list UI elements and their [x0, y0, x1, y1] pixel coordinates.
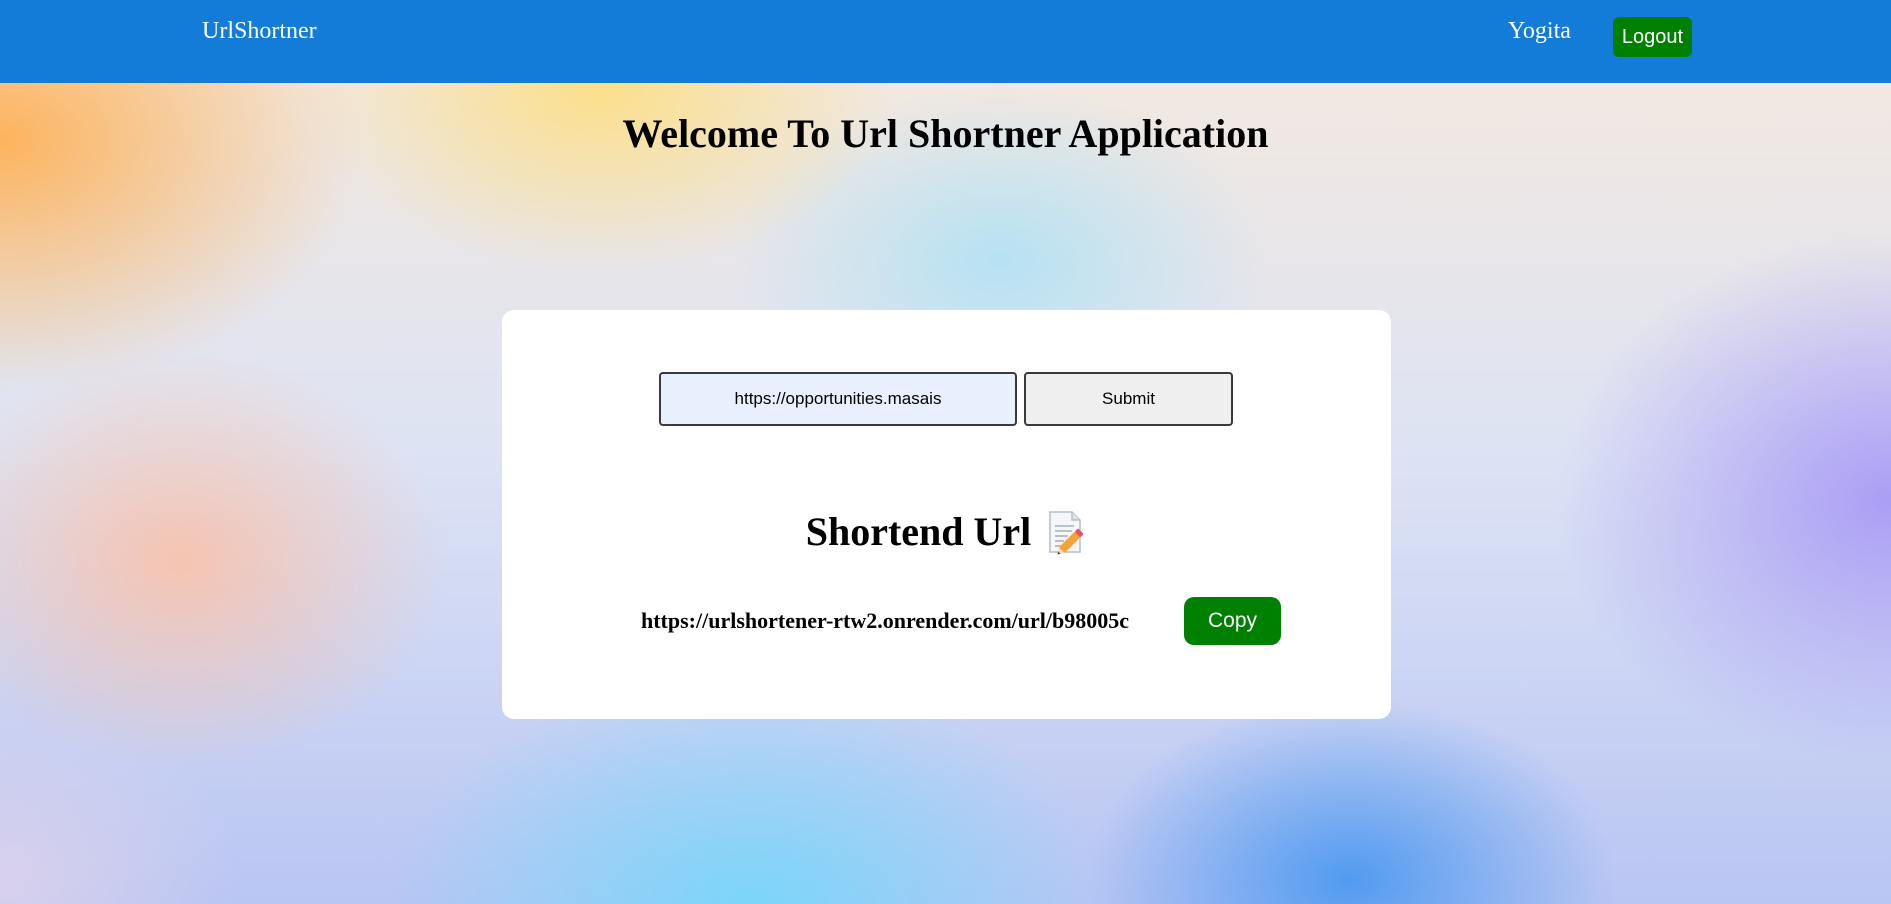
- copy-button[interactable]: Copy: [1184, 597, 1281, 645]
- url-shortener-card: Submit Shortend Url https://urlshorte: [502, 310, 1391, 719]
- logout-button[interactable]: Logout: [1613, 17, 1692, 57]
- navbar: UrlShortner Yogita Logout: [0, 0, 1891, 83]
- submit-button[interactable]: Submit: [1024, 372, 1233, 426]
- shortened-url-heading: Shortend Url: [502, 506, 1391, 558]
- page-title: Welcome To Url Shortner Application: [622, 111, 1269, 156]
- username-label: Yogita: [1508, 18, 1571, 44]
- shortened-url-text[interactable]: https://urlshortener-rtw2.onrender.com/u…: [641, 606, 1181, 636]
- url-input[interactable]: [659, 372, 1017, 426]
- shortened-url-heading-text: Shortend Url: [805, 509, 1032, 554]
- memo-icon: [1045, 509, 1087, 555]
- brand-logo-text[interactable]: UrlShortner: [202, 14, 317, 48]
